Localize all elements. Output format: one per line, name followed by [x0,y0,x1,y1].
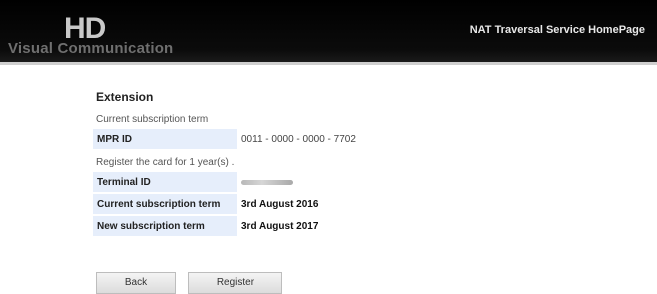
new-term-row: New subscription term 3rd August 2017 [93,215,481,238]
mpr-table: MPR ID 0011 - 0000 - 0000 - 7702 [93,129,481,151]
page-title: Extension [96,90,154,104]
current-term-note: Current subscription term [96,114,209,125]
new-term-label: New subscription term [93,215,237,238]
current-term-row: Current subscription term 3rd August 201… [93,193,481,216]
redacted-terminal-id [241,179,293,185]
logo-text: Visual Communication [8,40,174,57]
register-note: Register the card for 1 year(s) . [96,157,235,168]
back-button[interactable]: Back [96,272,176,294]
register-button[interactable]: Register [188,272,283,294]
mpr-id-value: 0011 - 0000 - 0000 - 7702 [241,134,356,145]
terminal-id-label: Terminal ID [93,172,237,194]
extension-panel: Extension Current subscription term MPR … [93,84,483,238]
header-bar: HD Visual Communication NAT Traversal Se… [0,0,657,65]
details-table: Terminal ID Current subscription term 3r… [93,172,481,238]
mpr-id-label: MPR ID [93,129,237,151]
button-bar: Back Register [96,272,290,294]
terminal-id-value [237,172,481,193]
mpr-row: MPR ID 0011 - 0000 - 0000 - 7702 [93,129,481,151]
homepage-link[interactable]: NAT Traversal Service HomePage [470,24,645,36]
current-term-value: 3rd August 2016 [241,198,319,210]
new-term-value: 3rd August 2017 [241,220,319,232]
current-term-label: Current subscription term [93,193,237,216]
terminal-row: Terminal ID [93,172,481,194]
